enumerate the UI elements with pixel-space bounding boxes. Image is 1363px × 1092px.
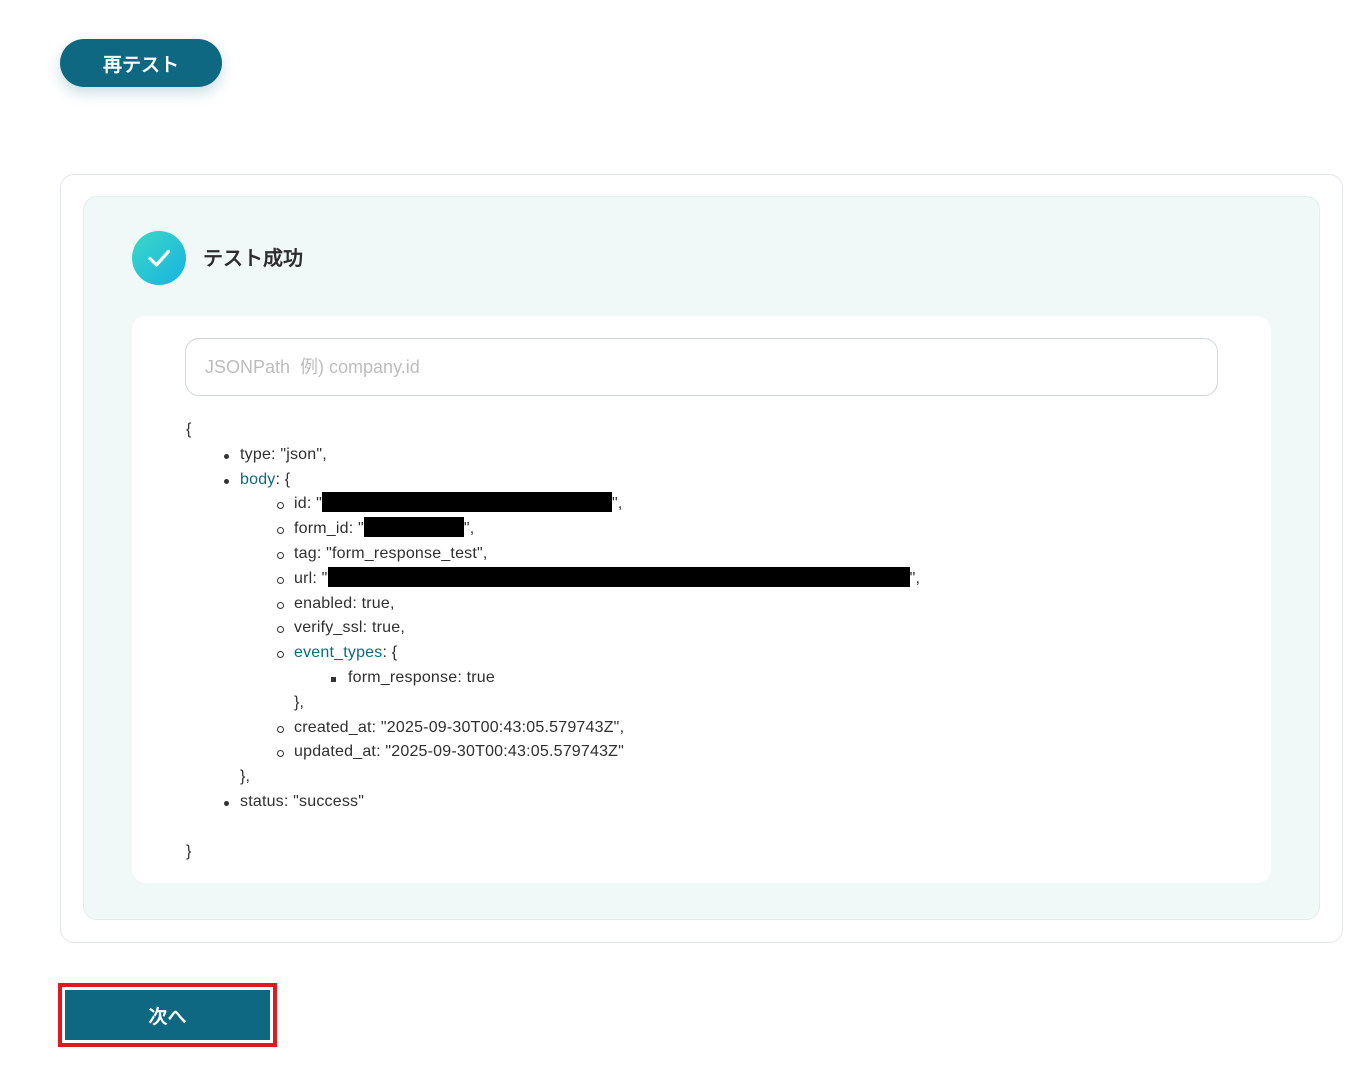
retest-button[interactable]: 再テスト [60,39,222,87]
json-item-form-response: form_response: true [186,666,920,691]
success-title: テスト成功 [203,246,303,270]
json-item-created-at: created_at: "2025-09-30T00:43:05.579743Z… [186,716,920,741]
redacted-block [322,492,613,513]
json-item-type: type: "json", [186,443,920,468]
check-circle-icon [132,231,186,285]
json-item-body: body: { [186,468,920,493]
page: 再テスト テスト成功 { type: "json", body: { id: "… [0,0,1363,1092]
json-open-brace: { [186,421,192,438]
url-prefix: url: " [294,569,328,587]
json-item-url: url: " ", [186,566,921,592]
json-tree: { type: "json", body: { id: " ", form_id:… [186,418,920,864]
json-item-verify-ssl: verify_ssl: true, [186,616,920,641]
json-item-enabled: enabled: true, [186,592,920,617]
json-spacer [186,815,920,840]
url-suffix: ", [909,569,921,587]
json-item-form-id: form_id: " ", [186,517,920,542]
body-close: }, [240,768,251,786]
json-item-status: status: "success" [186,790,920,815]
json-item-updated-at: updated_at: "2025-09-30T00:43:05.579743Z… [186,740,920,765]
next-button[interactable]: 次へ [65,990,270,1040]
event-types-close: }, [294,693,305,711]
id-prefix: id: " [294,495,323,513]
body-key-toggle[interactable]: body [240,471,276,488]
json-item-tag: tag: "form_response_test", [186,542,920,567]
body-open: : { [275,470,291,488]
id-suffix: ", [612,495,623,513]
event-types-open: : { [382,644,398,662]
form-id-prefix: form_id: " [294,520,364,538]
form-id-suffix: ", [463,520,475,538]
event-types-key-toggle[interactable]: event_types [294,644,382,661]
checkmark-icon [148,249,171,267]
jsonpath-input[interactable] [185,338,1218,396]
redacted-block [363,517,464,538]
json-item-id: id: " ", [186,492,920,517]
redacted-block [327,566,910,587]
json-close-brace: } [186,842,192,860]
json-item-event-types: event_types: { [186,641,920,666]
